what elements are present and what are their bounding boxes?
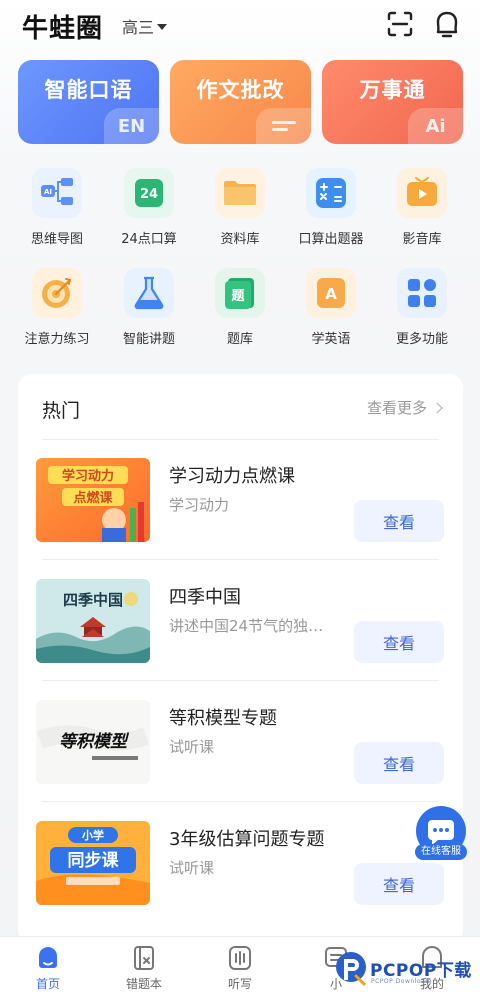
home-icon <box>39 947 57 968</box>
course-item[interactable]: 等积模型 等积模型专题 试听课 查看 <box>18 682 463 802</box>
nav-label: 错题本 <box>125 977 162 991</box>
svg-text:学习动力: 学习动力 <box>62 468 114 484</box>
course-title: 四季中国 <box>169 587 241 608</box>
divider <box>42 680 439 681</box>
tool-mind-map[interactable]: AI 思维导图 <box>17 168 97 258</box>
video-icon <box>397 168 447 218</box>
essay-badge-icon <box>256 108 311 144</box>
tool-more-features[interactable]: 更多功能 <box>382 268 462 358</box>
banner-know-it-all[interactable]: 万事通 Ai <box>322 60 463 144</box>
tool-arithmetic-generator[interactable]: 口算出题器 <box>291 168 371 258</box>
banner-label: 作文批改 <box>196 78 285 102</box>
folder-icon <box>215 168 265 218</box>
tool-label: 智能讲题 <box>122 332 175 347</box>
tool-label: 口算出题器 <box>298 232 364 247</box>
caret-down-icon <box>157 23 168 30</box>
tool-24-points[interactable]: 24 24点口算 <box>109 168 189 258</box>
online-service-button[interactable]: 在线客服 <box>414 806 468 862</box>
course-thumbnail: 学习动力 点燃课 <box>36 458 150 542</box>
course-thumbnail: 四季中国 <box>36 579 150 663</box>
course-subtitle: 学习动力 <box>169 496 230 514</box>
divider <box>42 801 439 802</box>
banner-label: 智能口语 <box>44 78 133 102</box>
svg-text:点燃课: 点燃课 <box>73 490 113 506</box>
divider <box>42 559 439 560</box>
grade-selector[interactable]: 高三 <box>122 14 168 38</box>
nav-label: 听写 <box>227 977 252 991</box>
message-button[interactable] <box>432 9 462 39</box>
grade-label: 高三 <box>122 18 155 37</box>
nav-dictation[interactable]: 听写 <box>205 943 275 995</box>
see-more-label: 查看更多 <box>366 399 427 417</box>
tool-label: 思维导图 <box>30 232 83 247</box>
course-title: 等积模型专题 <box>169 708 277 729</box>
en-badge-icon: EN <box>104 108 159 144</box>
tool-label: 24点口算 <box>121 232 177 247</box>
top-header: 牛蛙圈 高三 <box>0 0 480 50</box>
bell-icon <box>436 11 458 38</box>
hot-section: 热门 查看更多 学习动力 点燃课 学习动力点燃课 学习动力 查看 四季中国 四季… <box>18 374 463 944</box>
banner-smart-speaking[interactable]: 智能口语 EN <box>18 60 159 144</box>
watermark-logo: PCPOP下载 PCPOP Download <box>334 950 480 992</box>
svg-text:24: 24 <box>140 187 158 202</box>
svg-text:A: A <box>325 285 337 303</box>
calculator-icon <box>306 168 356 218</box>
course-thumbnail: 小学 同步课 <box>36 821 150 905</box>
tool-learn-english[interactable]: A 学英语 <box>291 268 371 358</box>
scan-button[interactable] <box>385 9 415 39</box>
course-subtitle: 试听课 <box>169 738 215 756</box>
tool-video-library[interactable]: 影音库 <box>382 168 462 258</box>
tool-label: 更多功能 <box>395 332 448 347</box>
svg-text:同步课: 同步课 <box>68 850 120 871</box>
view-button[interactable]: 查看 <box>354 621 444 663</box>
view-button[interactable]: 查看 <box>354 863 444 905</box>
course-item[interactable]: 四季中国 四季中国 讲述中国24节气的独… 查看 <box>18 561 463 681</box>
scan-icon <box>387 11 413 37</box>
mindmap-icon: AI <box>32 168 82 218</box>
svg-text:题: 题 <box>231 289 245 304</box>
svg-text:AI: AI <box>44 188 52 196</box>
tool-label: 资料库 <box>220 232 260 247</box>
course-title: 学习动力点燃课 <box>169 466 295 487</box>
dictation-icon <box>229 946 251 970</box>
question-bank-icon: 题 <box>215 268 265 318</box>
nav-mistake-book[interactable]: 错题本 <box>109 943 179 995</box>
svg-text:四季中国: 四季中国 <box>63 591 123 609</box>
see-more-link[interactable]: 查看更多 <box>366 397 443 418</box>
course-subtitle: 试听课 <box>169 859 215 877</box>
tool-label: 题库 <box>226 332 253 347</box>
tool-smart-explain[interactable]: 智能讲题 <box>109 268 189 358</box>
view-button[interactable]: 查看 <box>354 500 444 542</box>
section-title: 热门 <box>42 400 81 422</box>
flask-icon <box>124 268 174 318</box>
watermark-subtext: PCPOP Download <box>371 978 430 985</box>
chevron-right-icon <box>431 401 443 414</box>
course-item[interactable]: 学习动力 点燃课 学习动力点燃课 学习动力 查看 <box>18 440 463 560</box>
banner-label: 万事通 <box>359 78 426 102</box>
mistake-book-icon <box>134 946 154 970</box>
course-title: 3年级估算问题专题 <box>169 829 325 850</box>
course-thumbnail: 等积模型 <box>36 700 150 784</box>
target-icon <box>32 268 82 318</box>
tool-label: 学英语 <box>311 332 351 347</box>
tool-question-bank[interactable]: 题 题库 <box>200 268 280 358</box>
svg-text:等积模型: 等积模型 <box>59 732 130 752</box>
letter-a-icon: A <box>306 268 356 318</box>
tool-attention-training[interactable]: 注意力练习 <box>17 268 97 358</box>
view-button[interactable]: 查看 <box>354 742 444 784</box>
app-title: 牛蛙圈 <box>22 14 104 44</box>
svg-text:小学: 小学 <box>81 828 104 842</box>
banner-essay-grading[interactable]: 作文批改 <box>170 60 311 144</box>
number-24-icon: 24 <box>124 168 174 218</box>
tool-resource-library[interactable]: 资料库 <box>200 168 280 258</box>
online-service-label: 在线客服 <box>421 846 461 857</box>
tool-label: 注意力练习 <box>24 332 90 347</box>
course-subtitle: 讲述中国24节气的独… <box>169 617 324 635</box>
tool-label: 影音库 <box>402 232 442 247</box>
nav-label: 首页 <box>35 977 60 991</box>
grid-icon <box>397 268 447 318</box>
course-item[interactable]: 小学 同步课 3年级估算问题专题 试听课 查看 <box>18 803 463 923</box>
ai-badge-icon: Ai <box>408 108 463 144</box>
nav-home[interactable]: 首页 <box>13 943 83 995</box>
